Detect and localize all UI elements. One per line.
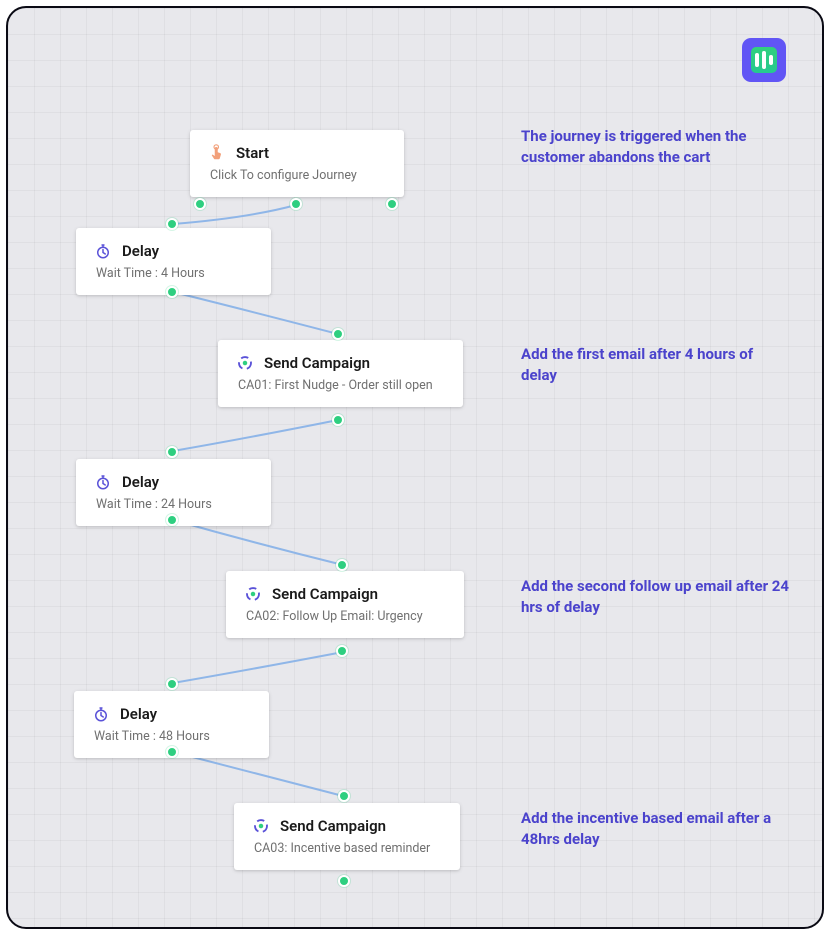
connector-dot[interactable] <box>194 198 206 210</box>
node-subtitle: CA02: Follow Up Email: Urgency <box>244 609 444 624</box>
campaign-icon <box>252 817 270 835</box>
connector-dot[interactable] <box>166 218 178 230</box>
connector-dot[interactable] <box>336 559 348 571</box>
connector-dot[interactable] <box>166 514 178 526</box>
brand-logo <box>742 38 786 82</box>
node-subtitle: CA03: Incentive based reminder <box>252 841 440 856</box>
node-start[interactable]: Start Click To configure Journey <box>190 130 404 197</box>
node-campaign-3[interactable]: Send Campaign CA03: Incentive based remi… <box>234 803 460 870</box>
connector-dot[interactable] <box>166 678 178 690</box>
node-title: Send Campaign <box>264 354 370 372</box>
connector-dot[interactable] <box>338 875 350 887</box>
connector-dot[interactable] <box>166 286 178 298</box>
stopwatch-icon <box>92 705 110 723</box>
node-subtitle: Wait Time : 4 Hours <box>94 266 251 281</box>
node-title: Delay <box>122 473 159 491</box>
annotation-4: Add the incentive based email after a 48… <box>521 808 791 850</box>
campaign-icon <box>236 354 254 372</box>
node-delay-1[interactable]: Delay Wait Time : 4 Hours <box>76 228 271 295</box>
journey-canvas[interactable]: Start Click To configure Journey Delay W… <box>6 6 824 929</box>
node-subtitle: CA01: First Nudge - Order still open <box>236 378 443 393</box>
node-title: Send Campaign <box>280 817 386 835</box>
connector-dot[interactable] <box>332 328 344 340</box>
node-campaign-2[interactable]: Send Campaign CA02: Follow Up Email: Urg… <box>226 571 464 638</box>
node-subtitle: Wait Time : 48 Hours <box>92 729 249 744</box>
annotation-2: Add the first email after 4 hours of del… <box>521 344 791 386</box>
stopwatch-icon <box>94 242 112 260</box>
connector-dot[interactable] <box>290 198 302 210</box>
stopwatch-icon <box>94 473 112 491</box>
connector-dot[interactable] <box>336 645 348 657</box>
node-subtitle: Wait Time : 24 Hours <box>94 497 251 512</box>
connector-dot[interactable] <box>338 790 350 802</box>
node-title: Start <box>236 144 269 162</box>
campaign-icon <box>244 585 262 603</box>
tap-icon <box>208 144 226 162</box>
annotation-3: Add the second follow up email after 24 … <box>521 576 791 618</box>
connector-dot[interactable] <box>166 746 178 758</box>
annotation-1: The journey is triggered when the custom… <box>521 126 791 168</box>
connector-dot[interactable] <box>166 446 178 458</box>
node-title: Send Campaign <box>272 585 378 603</box>
node-title: Delay <box>120 705 157 723</box>
node-subtitle: Click To configure Journey <box>208 168 384 183</box>
connector-dot[interactable] <box>386 198 398 210</box>
node-campaign-1[interactable]: Send Campaign CA01: First Nudge - Order … <box>218 340 463 407</box>
node-title: Delay <box>122 242 159 260</box>
connector-dot[interactable] <box>332 414 344 426</box>
